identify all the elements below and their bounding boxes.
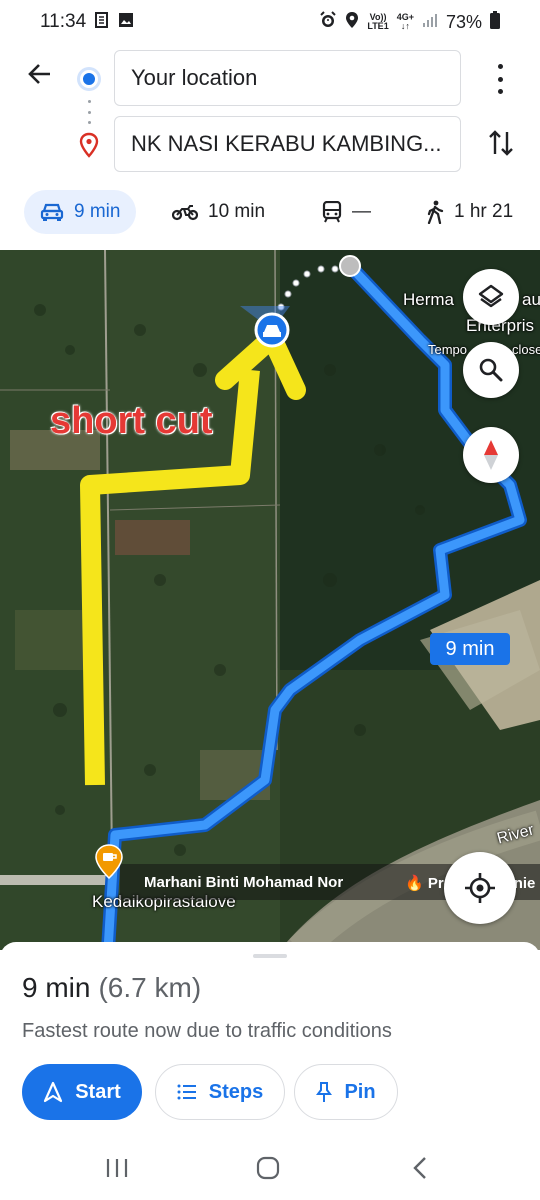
route-distance: (6.7 km) bbox=[98, 972, 202, 1003]
signal-icon bbox=[422, 12, 438, 32]
mode-driving-time: 9 min bbox=[74, 201, 121, 222]
pin-button[interactable]: Pin bbox=[294, 1064, 398, 1120]
steps-label: Steps bbox=[208, 1080, 264, 1103]
route-summary: 9 min (6.7 km) bbox=[22, 972, 201, 1004]
start-label: Start bbox=[75, 1080, 121, 1103]
location-status-icon bbox=[345, 11, 359, 33]
route-time-chip[interactable]: 9 min bbox=[430, 633, 510, 665]
map-view[interactable]: Herma au Enterpris Tempo close River Ked… bbox=[0, 250, 540, 950]
map-search-button[interactable] bbox=[463, 342, 519, 398]
map-label-closed: close bbox=[512, 342, 540, 357]
back-nav-button[interactable] bbox=[400, 1152, 440, 1184]
route-reason: Fastest route now due to traffic conditi… bbox=[22, 1020, 392, 1042]
route-duration: 9 min bbox=[22, 972, 91, 1003]
layers-button[interactable] bbox=[463, 269, 519, 325]
destination-field[interactable]: NK NASI KERABU KAMBING... bbox=[114, 116, 461, 172]
map-label-business-b: au bbox=[522, 290, 540, 309]
navigation-arrow-icon bbox=[44, 1081, 63, 1103]
swap-button[interactable] bbox=[486, 128, 516, 162]
directions-header: Your location NK NASI KERABU KAMBING... … bbox=[0, 44, 540, 250]
steps-button[interactable]: Steps bbox=[155, 1064, 285, 1120]
mode-motorcycle[interactable]: 10 min bbox=[172, 190, 265, 234]
list-icon bbox=[177, 1084, 196, 1100]
recent-apps-icon bbox=[106, 1159, 128, 1177]
start-button[interactable]: Start bbox=[22, 1064, 142, 1120]
motorcycle-icon bbox=[172, 205, 198, 221]
home-button[interactable] bbox=[248, 1152, 288, 1184]
travel-mode-tabs: 9 min 10 min — 1 hr 21 bbox=[0, 188, 540, 238]
notification-doc-icon bbox=[94, 12, 110, 32]
pin-label: Pin bbox=[344, 1080, 376, 1103]
map-label-temporarily: Tempo bbox=[428, 342, 468, 357]
layers-icon bbox=[478, 284, 504, 308]
mode-walking[interactable]: 1 hr 21 bbox=[426, 190, 513, 234]
compass-button[interactable] bbox=[463, 427, 519, 483]
battery-icon bbox=[490, 11, 500, 33]
route-connector-dots bbox=[87, 100, 91, 124]
car-icon bbox=[40, 203, 64, 221]
annotation-text: short cut bbox=[50, 400, 213, 442]
compass-icon bbox=[484, 440, 498, 470]
restaurant-pin-icon[interactable] bbox=[94, 844, 124, 880]
mode-transit[interactable]: — bbox=[322, 190, 371, 234]
origin-dot-icon bbox=[80, 70, 98, 88]
status-bar: 11:34 Vo)) LTE1 4G+ ↓↑ 73% bbox=[0, 0, 540, 44]
battery-percent: 73% bbox=[445, 11, 482, 32]
more-options-button[interactable] bbox=[488, 64, 512, 94]
status-time: 11:34 bbox=[40, 11, 87, 32]
home-icon bbox=[256, 1156, 280, 1180]
volte-indicator: Vo)) LTE1 bbox=[367, 12, 389, 31]
alarm-icon bbox=[319, 11, 337, 33]
notification-image-icon bbox=[118, 12, 134, 32]
drag-handle[interactable] bbox=[253, 954, 287, 958]
back-button[interactable] bbox=[22, 60, 58, 96]
pushpin-icon bbox=[316, 1082, 333, 1102]
swap-vert-icon bbox=[489, 130, 513, 156]
search-icon bbox=[479, 358, 503, 382]
arrow-back-icon bbox=[28, 64, 50, 84]
recent-apps-button[interactable] bbox=[97, 1152, 137, 1184]
recenter-icon bbox=[465, 873, 495, 903]
transit-icon bbox=[322, 201, 342, 223]
mode-transit-time: — bbox=[352, 201, 371, 222]
network-4g-indicator: 4G+ ↓↑ bbox=[396, 12, 414, 31]
mode-walking-time: 1 hr 21 bbox=[454, 201, 514, 222]
map-label-business: Herma bbox=[403, 290, 455, 309]
back-chevron-icon bbox=[413, 1157, 426, 1179]
destination-pin-icon bbox=[79, 132, 99, 158]
banner-owner-name: Marhani Binti Mohamad Nor bbox=[144, 874, 344, 891]
mode-motorcycle-time: 10 min bbox=[208, 201, 266, 222]
mode-driving[interactable]: 9 min bbox=[24, 190, 137, 234]
recenter-button[interactable] bbox=[444, 852, 516, 924]
walking-icon bbox=[427, 200, 444, 224]
system-nav-bar bbox=[0, 1140, 540, 1200]
origin-field[interactable]: Your location bbox=[114, 50, 461, 106]
